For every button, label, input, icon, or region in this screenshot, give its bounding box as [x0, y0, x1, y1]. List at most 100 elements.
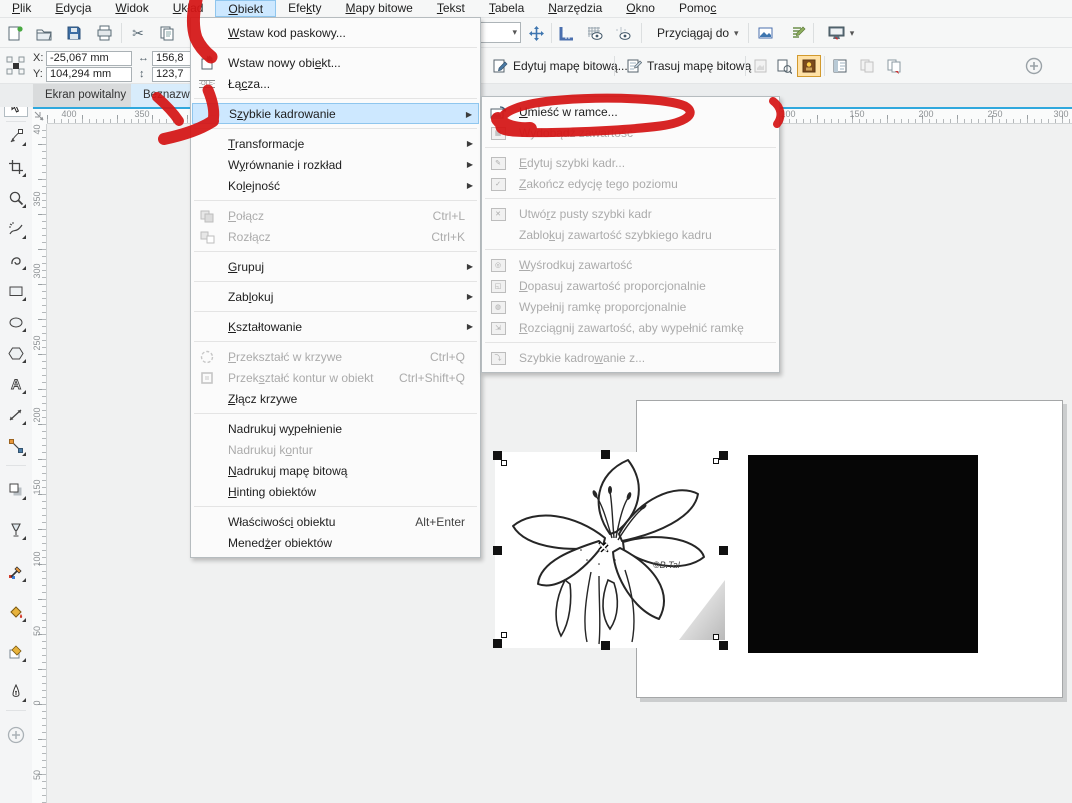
menu-item-szybkie-kadrowanie[interactable]: Szybkie kadrowanie ▶: [192, 103, 479, 124]
bitmap-resample-button[interactable]: [772, 55, 796, 77]
menu-widok[interactable]: Widok: [103, 0, 160, 17]
snap-to-button[interactable]: Przyciągaj do ▾: [651, 22, 745, 44]
new-document-icon: [8, 25, 23, 40]
ruler-label: 0: [32, 700, 42, 706]
menu-item-menedzer-obiektow[interactable]: Menedżer obiektów: [192, 532, 479, 553]
artistic-media-tool[interactable]: [4, 248, 28, 272]
presentation-button[interactable]: [824, 22, 848, 44]
menu-pomoc[interactable]: Pomoc: [667, 0, 728, 17]
menu-item-wyrownanie[interactable]: Wyrównanie i rozkład ▶: [192, 154, 479, 175]
open-button[interactable]: [32, 22, 56, 44]
menu-item-hinting[interactable]: Hinting obiektów: [192, 481, 479, 502]
ruler-label: 250: [32, 335, 42, 351]
menu-item-zlacz-krzywe[interactable]: Złącz krzywe: [192, 388, 479, 409]
menu-tekst[interactable]: Tekst: [425, 0, 477, 17]
rectangle-tool[interactable]: [4, 279, 28, 303]
panel-icon: [833, 59, 847, 73]
drop-shadow-tool[interactable]: [4, 478, 28, 502]
ellipse-tool[interactable]: [4, 310, 28, 334]
magnifier-icon: [9, 191, 24, 206]
image-frame-button[interactable]: [753, 22, 777, 44]
print-button[interactable]: [92, 22, 116, 44]
tab-welcome-screen[interactable]: Ekran powitalny: [33, 84, 140, 107]
outline-pen-tool[interactable]: [4, 680, 28, 704]
menu-item-zablokuj[interactable]: Zablokuj ▶: [192, 286, 479, 307]
menu-item-ksztaltowanie[interactable]: Kształtowanie ▶: [192, 316, 479, 337]
save-button[interactable]: [62, 22, 86, 44]
guidelines-toggle-button[interactable]: [611, 22, 635, 44]
edit-bitmap-button[interactable]: Edytuj mapę bitową...: [486, 55, 634, 77]
powerclip-with-icon: ⤵: [489, 349, 507, 367]
menu-item-nadrukuj-wypelnienie[interactable]: Nadrukuj wypełnienie: [192, 418, 479, 439]
menu-item-lacza[interactable]: -OLE- Łącza...: [192, 73, 479, 94]
fill-tool[interactable]: [4, 600, 28, 624]
menu-okno[interactable]: Okno: [614, 0, 667, 17]
customize-propbar-button[interactable]: [1022, 55, 1046, 77]
menu-item-grupuj[interactable]: Grupuj ▶: [192, 256, 479, 277]
ruler-origin[interactable]: [32, 109, 47, 124]
menu-item-label: Rozłącz: [228, 229, 271, 244]
x-position-input[interactable]: -25,067 mm: [46, 51, 132, 66]
object-properties-button[interactable]: [828, 55, 852, 77]
connector-tool[interactable]: [4, 434, 28, 458]
selection-handle-sw[interactable]: [493, 639, 502, 648]
menu-plik[interactable]: Plik: [0, 0, 43, 17]
menu-item-label: Przekształć w krzywe: [228, 349, 343, 364]
copy-button[interactable]: [155, 22, 179, 44]
y-position-input[interactable]: 104,294 mm: [46, 67, 132, 82]
vertical-ruler[interactable]: 400 350 300 250 200 150 100 50 0 50: [32, 109, 47, 803]
menu-mapy-bitowe[interactable]: Mapy bitowe: [333, 0, 424, 17]
menu-uklad[interactable]: Układ: [161, 0, 216, 17]
menu-efekty[interactable]: Efekty: [276, 0, 333, 17]
selection-handle-se[interactable]: [719, 641, 728, 650]
selection-handle-w[interactable]: [493, 546, 502, 555]
toolbox-separator: [6, 710, 26, 711]
menu-item-wlasciwosci[interactable]: Właściwości obiektu Alt+Enter: [192, 511, 479, 532]
smart-fill-tool[interactable]: [4, 640, 28, 664]
menu-obiekt[interactable]: Obiekt: [215, 0, 277, 17]
menu-item-nadrukuj-mape[interactable]: Nadrukuj mapę bitową: [192, 460, 479, 481]
submenu-item-umiesc-w-ramce[interactable]: Umieść w ramce...: [483, 101, 778, 122]
presentation-chevron-button[interactable]: ▾: [846, 22, 858, 44]
freehand-tool[interactable]: [4, 217, 28, 241]
menu-item-wstaw-nowy-obiekt[interactable]: Wstaw nowy obiekt...: [192, 52, 479, 73]
transparency-tool[interactable]: [4, 518, 28, 542]
paint-bucket-icon: [10, 606, 23, 618]
menu-item-wstaw-kod-paskowy[interactable]: Wstaw kod paskowy...: [192, 22, 479, 43]
menu-item-kolejnosc[interactable]: Kolejność ▶: [192, 175, 479, 196]
polygon-tool[interactable]: [4, 341, 28, 365]
rulers-toggle-button[interactable]: [555, 22, 579, 44]
color-eyedropper-tool[interactable]: [4, 560, 28, 584]
convert-button[interactable]: [882, 55, 906, 77]
ruler-label: 150: [849, 109, 865, 119]
menu-item-label: Łącza...: [228, 76, 271, 91]
crop-tool[interactable]: [4, 155, 28, 179]
black-rectangle-object[interactable]: [748, 455, 978, 653]
grid-toggle-button[interactable]: [583, 22, 607, 44]
selection-handle-nw[interactable]: [493, 451, 502, 460]
cut-button[interactable]: ✂: [126, 22, 150, 44]
customization-button[interactable]: [786, 22, 810, 44]
framed-image-button[interactable]: [797, 55, 821, 77]
menu-edycja[interactable]: Edycja: [43, 0, 103, 17]
dimension-tool[interactable]: [4, 403, 28, 427]
shape-tool[interactable]: [4, 124, 28, 148]
zoom-tool[interactable]: [4, 186, 28, 210]
menu-item-transformacje[interactable]: Transformacje ▶: [192, 133, 479, 154]
submenu-item-dopasuj: ◱ Dopasuj zawartość proporcjonalnie: [483, 275, 778, 296]
selection-handle-ne[interactable]: [719, 451, 728, 460]
text-tool[interactable]: A: [4, 372, 28, 396]
add-tools-button[interactable]: [4, 723, 28, 747]
pan-button[interactable]: [524, 22, 548, 44]
menu-tabela[interactable]: Tabela: [477, 0, 536, 17]
menu-item-label: Nadrukuj kontur: [228, 442, 313, 457]
selection-handle-n[interactable]: [601, 450, 610, 459]
selection-center-marker[interactable]: ✕: [598, 540, 609, 556]
menu-narzedzia[interactable]: Narzędzia: [536, 0, 614, 17]
selection-handle-s[interactable]: [601, 641, 610, 650]
selection-handle-e[interactable]: [719, 546, 728, 555]
lily-bitmap-object[interactable]: ©B.Tal: [495, 452, 725, 648]
fill-frame-icon: ◍: [489, 298, 507, 316]
object-corner-marker: [713, 634, 719, 640]
new-document-button[interactable]: [3, 22, 27, 44]
